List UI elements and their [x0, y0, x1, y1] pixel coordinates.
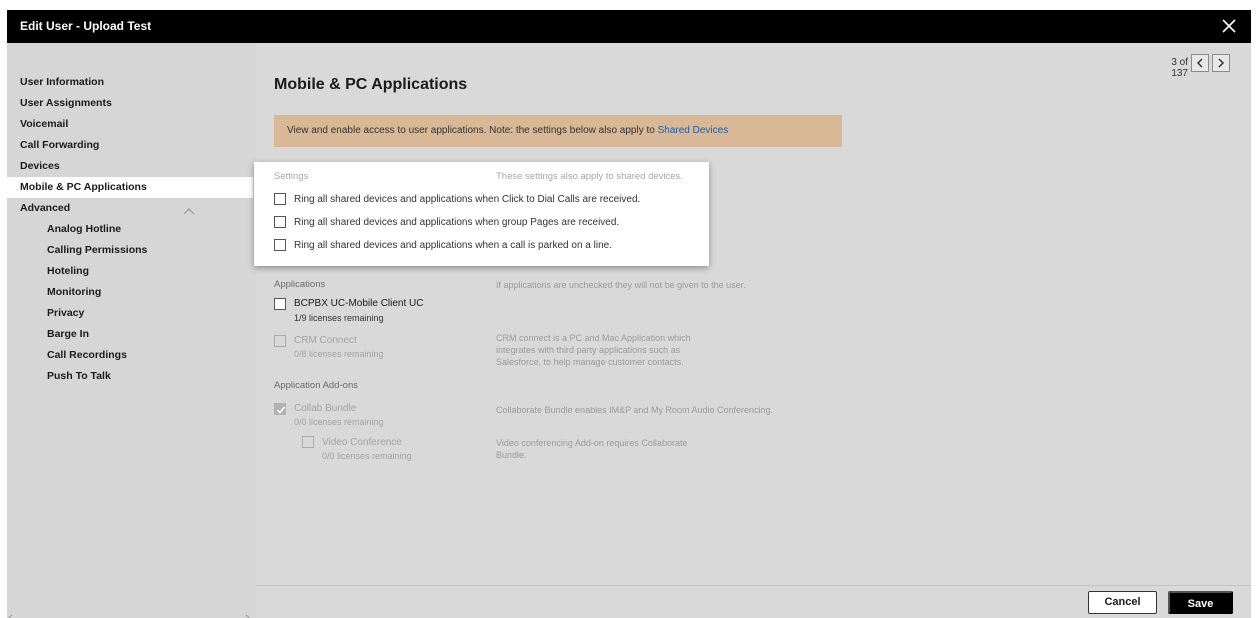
sidebar-item-devices[interactable]: Devices — [7, 156, 256, 177]
addons-heading: Application Add-ons — [274, 380, 358, 391]
video-conference-name: Video Conference — [322, 437, 402, 448]
sidebar-item-calling-permissions[interactable]: Calling Permissions — [7, 240, 256, 261]
sidebar-item-advanced[interactable]: Advanced — [7, 198, 256, 219]
click-to-dial-ring-label: Ring all shared devices and applications… — [294, 194, 641, 205]
close-icon[interactable] — [1217, 14, 1241, 38]
applications-heading: Applications — [274, 279, 326, 290]
sidebar-item-barge-in[interactable]: Barge In — [7, 324, 256, 345]
dialog-titlebar: Edit User - Upload Test — [7, 10, 1251, 43]
parked-call-ring-checkbox[interactable] — [274, 239, 286, 251]
shared-devices-link[interactable]: Shared Devices — [658, 125, 729, 136]
settings-card: Settings These settings also apply to sh… — [254, 162, 709, 266]
video-conference-description-line: Bundle. — [496, 450, 527, 460]
sidebar-item-call-recordings[interactable]: Call Recordings — [7, 345, 256, 366]
cancel-button[interactable]: Cancel — [1088, 591, 1157, 614]
group-pages-ring-label: Ring all shared devices and applications… — [294, 217, 620, 228]
bcpbx-uc-mobile-licenses: 1/9 licenses remaining — [294, 313, 384, 323]
collab-bundle-checkbox[interactable] — [274, 403, 286, 415]
chevron-up-icon — [183, 202, 195, 215]
pager-count: 3 of 137 — [1171, 57, 1188, 79]
video-conference-checkbox[interactable] — [302, 436, 314, 448]
video-conference-description-line: Video conferencing Add-on requires Colla… — [496, 438, 688, 448]
applications-note: If applications are unchecked they will … — [496, 280, 746, 290]
banner-text: View and enable access to user applicati… — [287, 125, 658, 136]
page-title: Mobile & PC Applications — [274, 76, 468, 93]
sidebar-item-call-forwarding[interactable]: Call Forwarding — [7, 135, 256, 156]
crm-connect-description-line: Salesforce, to help manage customer cont… — [496, 357, 684, 367]
sidebar-item-mobile-pc-applications[interactable]: Mobile & PC Applications — [7, 177, 253, 198]
crm-connect-checkbox[interactable] — [274, 335, 286, 347]
sidebar-item-user-information[interactable]: User Information — [7, 72, 256, 93]
sidebar-item-analog-hotline[interactable]: Analog Hotline — [7, 219, 256, 240]
sidebar-item-user-assignments[interactable]: User Assignments — [7, 93, 256, 114]
chevron-left-icon[interactable] — [1191, 54, 1209, 72]
save-button[interactable]: Save — [1168, 591, 1233, 614]
collab-bundle-name: Collab Bundle — [294, 403, 357, 414]
crm-connect-description-line: integrates with third party applications… — [496, 345, 681, 355]
parked-call-ring-label: Ring all shared devices and applications… — [294, 240, 612, 251]
sidebar-nav: User Information User Assignments Voicem… — [7, 43, 256, 618]
dialog-footer: Cancel Save — [256, 585, 1251, 618]
collab-bundle-licenses: 0/0 licenses remaining — [294, 417, 384, 427]
sidebar-item-voicemail[interactable]: Voicemail — [7, 114, 256, 135]
collab-bundle-description: Collaborate Bundle enables IM&P and My R… — [496, 405, 774, 415]
sidebar-item-hoteling[interactable]: Hoteling — [7, 261, 256, 282]
crm-connect-licenses: 0/8 licenses remaining — [294, 349, 384, 359]
chevron-right-icon[interactable] — [1212, 54, 1230, 72]
crm-connect-description-line: CRM connect is a PC and Mac Application … — [496, 333, 691, 343]
video-conference-licenses: 0/0 licenses remaining — [322, 451, 412, 461]
sidebar-item-monitoring[interactable]: Monitoring — [7, 282, 256, 303]
edit-user-dialog: Edit User - Upload Test User Information… — [7, 10, 1251, 618]
sidebar-item-privacy[interactable]: Privacy — [7, 303, 256, 324]
main-content: 3 of 137 Mobile & PC Applications View a… — [254, 43, 1251, 585]
sidebar-horizontal-scrollbar[interactable] — [7, 609, 256, 618]
settings-note: These settings also apply to shared devi… — [496, 171, 683, 182]
sidebar-item-push-to-talk[interactable]: Push To Talk — [7, 366, 256, 387]
info-banner: View and enable access to user applicati… — [274, 115, 842, 147]
crm-connect-name: CRM Connect — [294, 335, 357, 346]
click-to-dial-ring-checkbox[interactable] — [274, 193, 286, 205]
bcpbx-uc-mobile-checkbox[interactable] — [274, 298, 286, 310]
sidebar-item-label: Advanced — [20, 202, 71, 214]
dialog-title: Edit User - Upload Test — [20, 19, 152, 33]
group-pages-ring-checkbox[interactable] — [274, 216, 286, 228]
settings-heading: Settings — [274, 171, 309, 182]
bcpbx-uc-mobile-name: BCPBX UC-Mobile Client UC — [294, 298, 424, 309]
